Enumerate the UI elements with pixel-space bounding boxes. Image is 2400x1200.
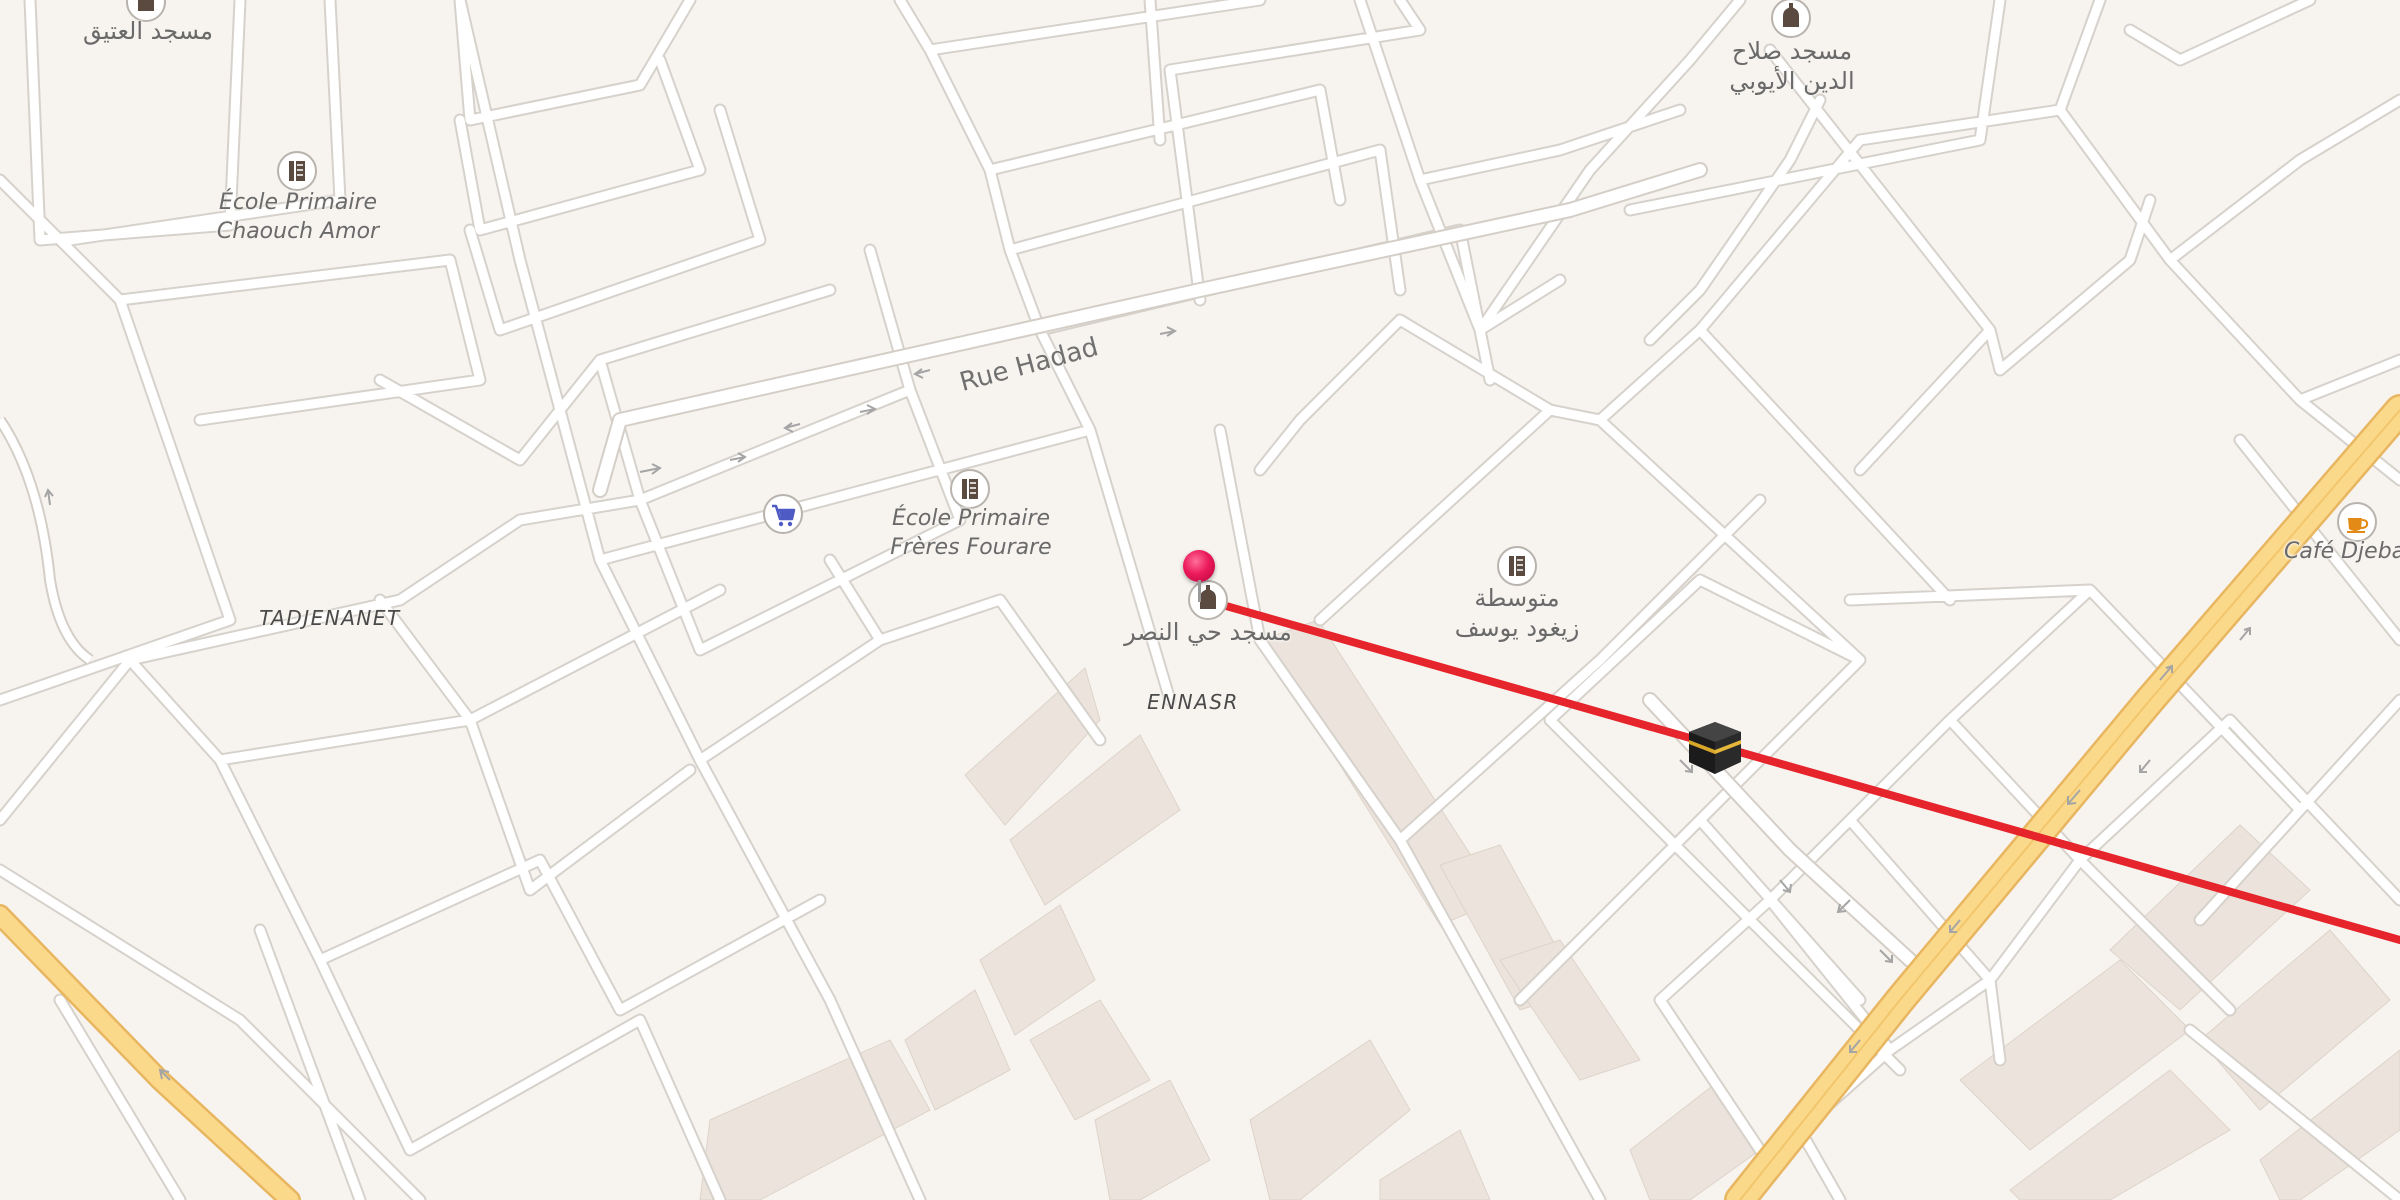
middle-school-label: متوسطة زيغود يوسف (1455, 583, 1580, 643)
district-label-ennasr: ENNASR (1147, 690, 1239, 714)
district-label-tadjenanet: TADJENANET (259, 606, 401, 630)
location-pin-icon[interactable] (1183, 550, 1215, 582)
cafe-label: Café Djebal (2284, 539, 2400, 564)
middle-school-line2: زيغود يوسف (1454, 614, 1580, 642)
school-fourare-line1: École Primaire (891, 506, 1051, 531)
mosque-nasr-label: مسجد حي النصر (1124, 618, 1292, 646)
mosque-salah-line1: مسجد صلاح (1731, 37, 1853, 65)
school-icon[interactable] (950, 469, 990, 509)
school-icon[interactable] (1497, 546, 1537, 586)
school-fourare-line2: Frères Fourare (890, 535, 1052, 560)
school-icon[interactable] (277, 151, 317, 191)
pin-stem (1198, 580, 1201, 602)
mosque-icon[interactable] (1188, 580, 1228, 620)
school-chaouch-line1: École Primaire (218, 190, 378, 215)
mosque-salah-line2: الدين الأيوبي (1729, 67, 1855, 95)
kaaba-icon[interactable] (1685, 718, 1745, 778)
coffee-cup-icon[interactable] (2337, 502, 2377, 542)
shopping-cart-icon[interactable] (763, 494, 803, 534)
school-chaouch-label: École Primaire Chaouch Amor (217, 188, 379, 246)
mosque-icon[interactable] (1771, 0, 1811, 38)
mosque-salah-label: مسجد صلاح الدين الأيوبي (1729, 36, 1854, 96)
map-canvas[interactable]: مسجد العتيق École Primaire Chaouch Amor … (0, 0, 2400, 1200)
school-fourare-label: École Primaire Frères Fourare (890, 504, 1051, 562)
school-chaouch-line2: Chaouch Amor (216, 219, 380, 244)
middle-school-line1: متوسطة (1474, 584, 1560, 612)
mosque-atiq-label: مسجد العتيق (82, 17, 214, 45)
